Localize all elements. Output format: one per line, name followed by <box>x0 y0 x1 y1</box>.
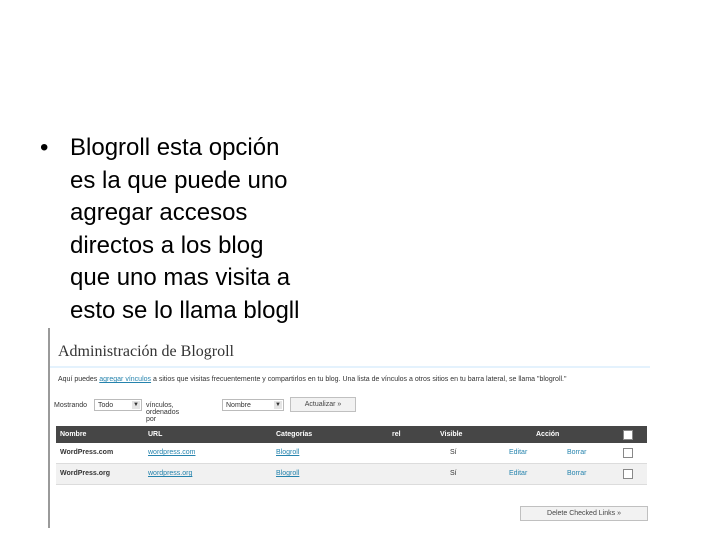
page-title: Administración de Blogroll <box>58 343 234 360</box>
intro-text: Aquí puedes agregar vínculos a sitios qu… <box>58 376 566 383</box>
order-select[interactable]: Nombre ▼ <box>222 399 284 411</box>
link-name: WordPress.com <box>60 449 114 456</box>
link-category[interactable]: Blogroll <box>276 470 299 477</box>
order-select-value: Nombre <box>226 402 251 409</box>
intro-text-end: a sitios que visitas frecuentemente y co… <box>151 376 567 383</box>
title-divider <box>50 366 650 368</box>
show-label: Mostrando <box>54 402 88 409</box>
row-checkbox[interactable] <box>623 448 633 458</box>
chevron-down-icon: ▼ <box>274 401 282 409</box>
table-row: WordPress.org wordpress.org Blogroll Sí … <box>56 464 647 485</box>
table-row: WordPress.com wordpress.com Blogroll Sí … <box>56 443 647 464</box>
edit-link[interactable]: Editar <box>509 449 527 456</box>
link-name: WordPress.org <box>60 470 111 477</box>
ordered-label: vínculos, ordenados por <box>146 402 180 423</box>
blogroll-admin-screenshot: Administración de Blogroll Aquí puedes a… <box>48 328 650 528</box>
category-select-value: Todo <box>98 402 114 409</box>
link-url[interactable]: wordpress.com <box>148 449 195 456</box>
link-visible: Sí <box>450 449 457 456</box>
col-url: URL <box>148 431 163 438</box>
left-border <box>48 328 50 528</box>
category-select[interactable]: Todo ▼ <box>94 399 142 411</box>
links-table: Nombre URL Categorías rel Visible Acción… <box>56 426 647 485</box>
intro-text-start: Aquí puedes <box>58 376 100 383</box>
col-visible: Visible <box>440 431 463 438</box>
row-checkbox[interactable] <box>623 469 633 479</box>
bullet-dot: • <box>40 134 49 161</box>
delete-checked-links-button[interactable]: Delete Checked Links » <box>520 506 648 521</box>
col-name: Nombre <box>60 431 87 438</box>
link-url[interactable]: wordpress.org <box>148 470 192 477</box>
edit-link[interactable]: Editar <box>509 470 527 477</box>
select-all-checkbox[interactable] <box>623 430 633 440</box>
col-categories: Categorías <box>276 431 313 438</box>
delete-link[interactable]: Borrar <box>567 470 586 477</box>
link-category[interactable]: Blogroll <box>276 449 299 456</box>
bullet-text: Blogroll esta opción es la que puede uno… <box>70 134 300 324</box>
col-rel: rel <box>392 431 401 438</box>
link-visible: Sí <box>450 470 457 477</box>
col-action: Acción <box>536 431 560 438</box>
update-button[interactable]: Actualizar » <box>290 397 356 412</box>
add-links-link[interactable]: agregar vínculos <box>99 376 151 383</box>
table-header: Nombre URL Categorías rel Visible Acción <box>56 426 647 443</box>
delete-link[interactable]: Borrar <box>567 449 586 456</box>
chevron-down-icon: ▼ <box>132 401 140 409</box>
